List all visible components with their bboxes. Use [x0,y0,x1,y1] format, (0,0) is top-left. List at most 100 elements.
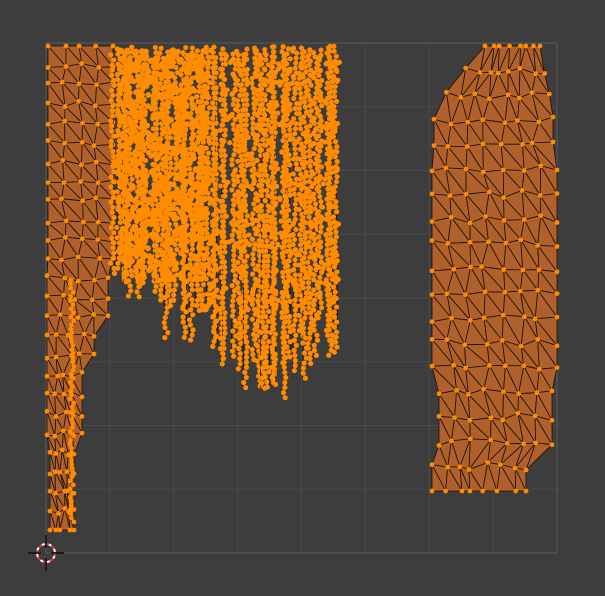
stretched-vertex [251,178,257,184]
stretched-vertex [252,135,258,141]
stretched-vertex [221,97,227,103]
stretched-vertex [144,245,151,252]
stretched-vertex [108,199,114,205]
right-island-vertex [491,43,497,49]
stretched-vertex [252,48,258,54]
right-island-vertex [429,488,435,494]
uv-island-left[interactable] [44,43,116,533]
stretched-vertex [212,257,218,263]
right-island-vertex [451,362,457,368]
stretched-vertex [311,342,317,348]
stretched-vertex [216,306,222,312]
stretched-vertex [307,221,313,227]
stretched-vertex [285,207,292,213]
stretched-vertex [257,142,263,148]
stretched-vertex [230,121,236,128]
stretched-vertex [262,198,269,204]
stretched-vertex [289,180,295,186]
left-island-face [93,314,109,337]
stretched-vertex [217,250,223,256]
stretched-vertex [300,54,306,60]
stretched-vertex [335,276,341,283]
stretched-vertex [295,251,301,257]
left-island-vertex [75,278,81,284]
right-island-vertex [462,342,468,348]
stretched-vertex [293,342,299,348]
stretched-vertex [263,359,269,365]
stretched-vertex [259,182,265,188]
stretched-vertex [109,123,115,129]
left-island-vertex [59,196,64,202]
stretched-vertex [205,150,212,156]
stretched-vertex [220,173,226,179]
right-island-vertex [532,316,538,322]
stretched-vertex [300,325,307,331]
stretched-vertex [245,307,251,313]
stretched-vertex [237,356,243,362]
stretched-vertex [210,343,216,349]
stretched-vertex [177,123,184,130]
stretched-vertex [275,166,281,172]
stretched-vertex [211,252,217,258]
stretched-vertex [128,267,134,274]
stretched-vertex [163,276,170,283]
stretched-vertex [255,197,261,204]
stretched-vertex [305,345,311,351]
stretched-vertex [222,188,228,194]
stretched-vertex [108,184,114,190]
stretched-vertex [221,259,227,265]
stretched-vertex [282,158,289,164]
stretched-vertex [167,128,174,135]
left-island-vertex [62,275,68,281]
left-island-vertex [45,256,51,262]
stretched-vertex [206,73,212,79]
uv-island-right[interactable] [429,43,560,494]
stretched-vertex [291,322,297,328]
stretched-vertex [242,319,248,325]
stretched-vertex [209,219,215,225]
left-island-vertex [61,180,67,186]
stretched-vertex [226,113,233,120]
left-island-vertex [60,372,66,378]
right-island-vertex [501,267,507,273]
right-island-vertex [494,488,500,494]
stretched-vertex [304,186,310,192]
uv-island-stretched[interactable] [107,43,342,401]
stretched-vertex [204,250,210,256]
uv-editor-viewport[interactable] [0,0,605,596]
stretched-vertex [311,322,317,328]
stretched-vertex [318,229,324,235]
stretched-vertex [214,215,220,221]
stretched-vertex [167,303,174,309]
right-island-vertex [502,363,508,369]
stretched-vertex [272,129,278,136]
uv-canvas[interactable] [0,0,605,596]
left-island-vertex [59,79,65,85]
stretched-vertex [243,180,249,186]
left-island-vertex [67,486,73,492]
stretched-vertex [117,86,124,93]
right-island-vertex [463,65,469,71]
stretched-vertex [176,58,183,65]
right-island-vertex [429,462,435,468]
left-island-vertex [68,511,73,517]
right-island-vertex [500,167,506,173]
stretched-vertex [293,85,299,91]
left-island-vertex [69,425,75,430]
left-island-vertex [45,180,51,186]
stretched-vertex [317,67,323,74]
stretched-vertex [230,308,236,314]
stretched-vertex [333,304,340,310]
stretched-vertex [169,51,176,58]
stretched-vertex [204,245,210,252]
stretched-vertex [263,328,269,335]
stretched-vertex [169,193,176,200]
stretched-vertex [205,54,211,60]
stretched-vertex [282,384,288,391]
stretched-vertex [178,86,185,93]
left-island-vertex [62,104,68,109]
stretched-vertex [270,170,277,176]
stretched-vertex [118,100,125,107]
stretched-vertex [246,161,253,167]
stretched-vertex [198,287,204,293]
